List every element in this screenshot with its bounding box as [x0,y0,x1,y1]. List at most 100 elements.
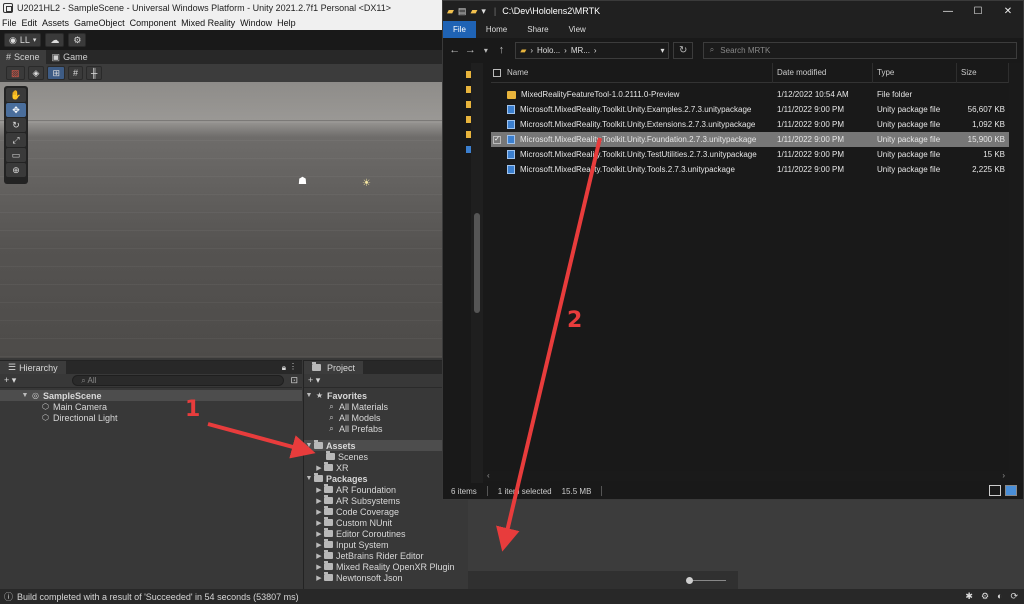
breadcrumb-item[interactable]: Holo... [537,46,560,55]
menu-help[interactable]: Help [277,18,296,28]
tab-hierarchy[interactable]: ☰ Hierarchy [0,361,66,374]
settings-icon[interactable]: ⚙ [981,591,989,602]
refresh-button[interactable]: ↻ [673,41,693,59]
search-options-icon[interactable]: ⊡ [290,375,298,386]
package-folder[interactable]: ▶ JetBrains Rider Editor [304,550,468,561]
icon-size-slider-handle[interactable] [686,577,693,584]
ribbon-tab-view[interactable]: View [559,21,596,38]
new-folder-icon[interactable]: ▰ [470,6,477,17]
more-options-icon[interactable]: ⋮ [289,362,297,371]
collab-icon[interactable]: ⟳ [1010,591,1018,602]
render-mode-button[interactable]: ◈ [27,66,45,80]
hierarchy-item[interactable]: ⬡ Directional Light [0,412,302,423]
properties-icon[interactable]: ▤ [458,6,467,17]
package-folder[interactable]: ▶ Custom NUnit [304,517,468,528]
snap-increment-button[interactable]: ╫ [86,66,103,80]
hierarchy-search-input[interactable]: ⌕ All [72,375,285,386]
expand-arrow-icon[interactable]: ▶ [314,486,324,494]
expand-arrow-icon[interactable]: ▶ [314,552,324,560]
ribbon-tab-share[interactable]: Share [517,21,558,38]
tab-game[interactable]: ▣ Game [46,50,94,64]
search-box[interactable]: ⌕ Search MRTK [702,41,1017,59]
expand-arrow-icon[interactable]: ▶ [314,497,324,505]
expand-arrow-icon[interactable]: ▼ [304,475,314,482]
details-view-icon[interactable] [989,485,1001,496]
grid-snap-button[interactable]: # [67,66,83,80]
lock-icon[interactable]: 🔒︎ [282,363,286,373]
hierarchy-item[interactable]: ⬡ Main Camera [0,401,302,412]
close-icon[interactable]: ✕ [993,1,1023,21]
select-all-checkbox[interactable] [491,63,503,83]
camera-gizmo-icon[interactable]: ☗ [298,176,307,187]
light-gizmo-icon[interactable]: ☀ [362,178,371,189]
transform-tool[interactable]: ⊕ [6,163,26,177]
cloud-button[interactable]: ☁ [45,33,65,47]
menu-gameobject[interactable]: GameObject [74,18,125,28]
file-row[interactable]: Microsoft.MixedReality.Toolkit.Unity.Exa… [491,102,1011,117]
package-folder[interactable]: ▶ Mixed Reality OpenXR Plugin [304,561,468,572]
scale-tool[interactable]: ⤢ [6,133,26,147]
collab-button[interactable]: ⚙ [68,33,87,47]
navigation-scrollbar[interactable] [471,63,483,483]
file-row[interactable]: MixedRealityFeatureTool-1.0.2111.0-Previ… [491,87,1011,102]
back-arrow-icon[interactable]: ← [449,44,461,56]
row-checkbox[interactable]: ✓ [491,135,503,144]
package-folder[interactable]: ▶ Newtonsoft Json [304,572,468,583]
expand-arrow-icon[interactable]: ▶ [314,541,324,549]
breadcrumb-item[interactable]: MR... [571,46,590,55]
status-message[interactable]: Build completed with a result of 'Succee… [17,592,299,602]
expand-arrow-icon[interactable]: ▶ [314,530,324,538]
rotate-tool[interactable]: ↻ [6,118,26,132]
column-date[interactable]: Date modified [773,62,873,83]
chevron-down-icon[interactable]: ▾ [660,46,664,55]
expand-arrow-icon[interactable]: ▶ [314,519,324,527]
file-list-hscrollbar[interactable]: ‹ › [483,471,1009,481]
expand-arrow-icon[interactable]: ▼ [304,442,314,449]
scrollbar-thumb[interactable] [474,213,480,313]
scroll-left-icon[interactable]: ‹ [487,471,490,481]
forward-arrow-icon[interactable]: → [465,44,477,56]
menu-window[interactable]: Window [240,18,272,28]
column-name[interactable]: Name [503,62,773,83]
account-button[interactable]: ◉ LL ▾ [4,33,42,47]
hierarchy-scene-row[interactable]: ▼ ◎ SampleScene [0,390,302,401]
package-folder[interactable]: ▶ Input System [304,539,468,550]
file-row[interactable]: Microsoft.MixedReality.Toolkit.Unity.Tes… [491,147,1011,162]
scroll-right-icon[interactable]: › [1002,471,1005,481]
address-bar[interactable]: ▰ › Holo... › MR... › ▾ [515,41,670,59]
menu-file[interactable]: File [2,18,17,28]
package-folder[interactable]: ▶ Editor Coroutines [304,528,468,539]
tab-scene[interactable]: # Scene [0,50,46,64]
ribbon-tab-file[interactable]: File [443,21,476,38]
bug-icon[interactable]: ✱ [965,591,973,602]
thumbnail-view-icon[interactable] [1005,485,1017,496]
file-row[interactable]: Microsoft.MixedReality.Toolkit.Unity.Too… [491,162,1011,177]
recent-chevron-icon[interactable]: ▾ [480,46,492,55]
progress-icon[interactable]: ◐ [997,591,1002,602]
expand-arrow-icon[interactable]: ▶ [314,508,324,516]
file-list-scrollbar[interactable] [1009,63,1023,483]
menu-edit[interactable]: Edit [22,18,38,28]
move-tool[interactable]: ✥ [6,103,26,117]
maximize-icon[interactable]: ☐ [963,1,993,21]
draw-mode-button[interactable]: ▨ [6,66,25,80]
expand-arrow-icon[interactable]: ▼ [20,392,30,399]
file-row[interactable]: Microsoft.MixedReality.Toolkit.Unity.Ext… [491,117,1011,132]
menu-assets[interactable]: Assets [42,18,69,28]
scene-viewport[interactable]: ✋ ✥ ↻ ⤢ ▭ ⊕ ☗ ☀ [0,82,445,358]
package-folder[interactable]: ▶ Code Coverage [304,506,468,517]
chevron-down-icon[interactable]: ▾ [481,6,486,17]
add-object-button[interactable]: + ▾ [4,375,16,386]
icon-size-slider[interactable] [690,580,726,581]
expand-arrow-icon[interactable]: ▼ [304,392,314,399]
expand-arrow-icon[interactable]: ▶ [314,574,324,582]
view-options-button[interactable]: ⊞ [47,66,65,80]
expand-arrow-icon[interactable]: ▶ [314,563,324,571]
minimize-icon[interactable]: — [933,1,963,21]
column-type[interactable]: Type [873,62,957,83]
column-size[interactable]: Size [957,62,1009,83]
rect-tool[interactable]: ▭ [6,148,26,162]
hand-tool[interactable]: ✋ [6,88,26,102]
ribbon-tab-home[interactable]: Home [476,21,517,38]
menu-mixed-reality[interactable]: Mixed Reality [181,18,235,28]
